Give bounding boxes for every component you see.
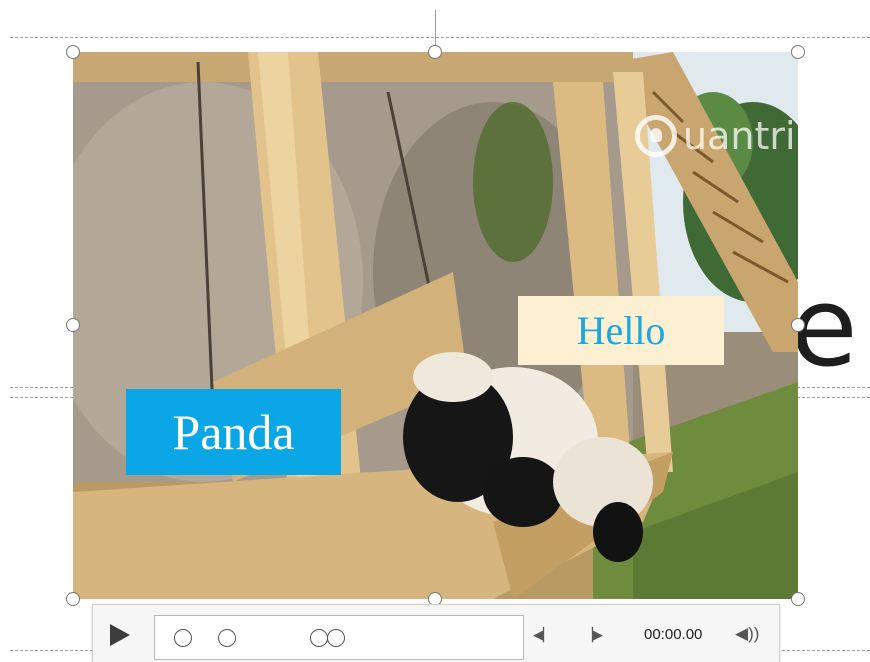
panda-label[interactable]: Panda [126, 389, 341, 475]
resize-handle-bottom-left[interactable] [66, 592, 80, 606]
playback-time: 00:00.00 [644, 626, 703, 643]
watermark: uantrimang [635, 114, 798, 158]
skip-back-icon[interactable]: ◀▏ [533, 627, 553, 643]
hello-label[interactable]: Hello [518, 296, 724, 365]
play-icon[interactable] [107, 621, 131, 649]
volume-icon[interactable]: ◀)) [735, 624, 759, 644]
resize-handle-left[interactable] [66, 318, 80, 332]
rotate-handle-line [435, 10, 436, 46]
bookmark-icon[interactable] [310, 629, 328, 647]
skip-forward-icon[interactable]: ▕▶ [583, 627, 603, 643]
watermark-text: uantrimang [683, 114, 798, 158]
bookmark-icon[interactable] [174, 629, 192, 647]
timeline-bar[interactable] [154, 615, 524, 660]
media-controls: ◀▏ ▕▶ 00:00.00 ◀)) [92, 604, 780, 662]
resize-handle-top-right[interactable] [791, 45, 805, 59]
resize-handle-top[interactable] [428, 45, 442, 59]
bookmark-icon[interactable] [327, 629, 345, 647]
bulb-icon [635, 115, 677, 157]
resize-handle-right[interactable] [791, 318, 805, 332]
resize-handle-top-left[interactable] [66, 45, 80, 59]
resize-handle-bottom-right[interactable] [791, 592, 805, 606]
bookmark-icon[interactable] [218, 629, 236, 647]
placeholder-border-top [10, 37, 870, 38]
